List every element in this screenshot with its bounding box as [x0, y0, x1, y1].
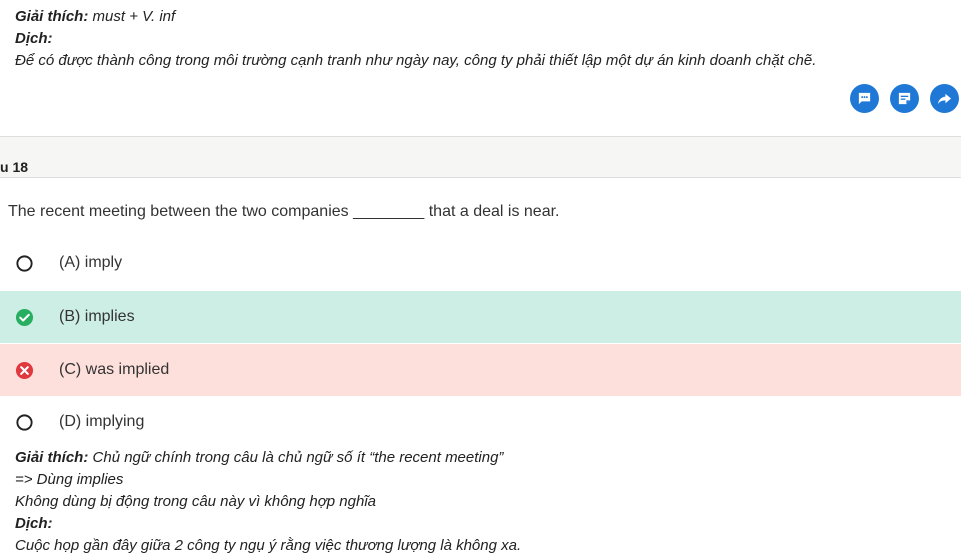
share-button[interactable]: [930, 84, 959, 113]
radio-empty-icon[interactable]: [15, 413, 34, 432]
explain-text: Chủ ngữ chính trong câu là chủ ngữ số ít…: [92, 449, 504, 466]
translate-label: Dịch:: [15, 30, 53, 47]
question-text: The recent meeting between the two compa…: [8, 203, 560, 220]
translate-heading: Dịch:: [15, 28, 816, 50]
comment-button[interactable]: [850, 84, 879, 113]
translate-heading: Dịch:: [15, 513, 521, 535]
action-buttons: [850, 84, 959, 113]
question-number: u 18: [0, 159, 29, 175]
top-explanation: Giải thích: must + V. inf Dịch: Để có đư…: [15, 6, 816, 72]
option-label: (C) was implied: [59, 361, 170, 378]
option-b[interactable]: (B) implies: [0, 291, 961, 343]
explain-label: Giải thích:: [15, 449, 89, 466]
explain-label: Giải thích:: [15, 8, 89, 25]
note-button[interactable]: [890, 84, 919, 113]
explain-line: => Dùng implies: [15, 471, 124, 488]
option-label: (D) implying: [59, 413, 145, 430]
note-icon: [898, 92, 911, 105]
option-a[interactable]: (A) imply: [0, 237, 961, 289]
translate-label: Dịch:: [15, 515, 53, 532]
explain-text: must + V. inf: [92, 8, 176, 25]
option-label: (A) imply: [59, 254, 123, 271]
x-circle-icon: [15, 361, 34, 379]
radio-empty-icon[interactable]: [15, 254, 34, 273]
option-c[interactable]: (C) was implied: [0, 344, 961, 396]
option-d[interactable]: (D) implying: [0, 396, 961, 448]
translate-text: Cuộc họp gần đây giữa 2 công ty ngụ ý rằ…: [15, 537, 522, 554]
explain-line: Không dùng bị động trong câu này vì khôn…: [15, 493, 377, 510]
check-circle-icon: [15, 308, 34, 326]
explain-line: Giải thích: must + V. inf: [15, 6, 816, 28]
translate-text: Để có được thành công trong môi trường c…: [15, 52, 817, 69]
option-label: (B) implies: [59, 308, 135, 325]
comment-icon: [858, 92, 871, 105]
explain-line: Giải thích: Chủ ngữ chính trong câu là c…: [15, 447, 521, 469]
share-icon: [937, 93, 952, 105]
quiz-page: Giải thích: must + V. inf Dịch: Để có đư…: [0, 0, 961, 558]
bottom-explanation: Giải thích: Chủ ngữ chính trong câu là c…: [15, 447, 521, 557]
question-header: u 18: [0, 136, 961, 178]
